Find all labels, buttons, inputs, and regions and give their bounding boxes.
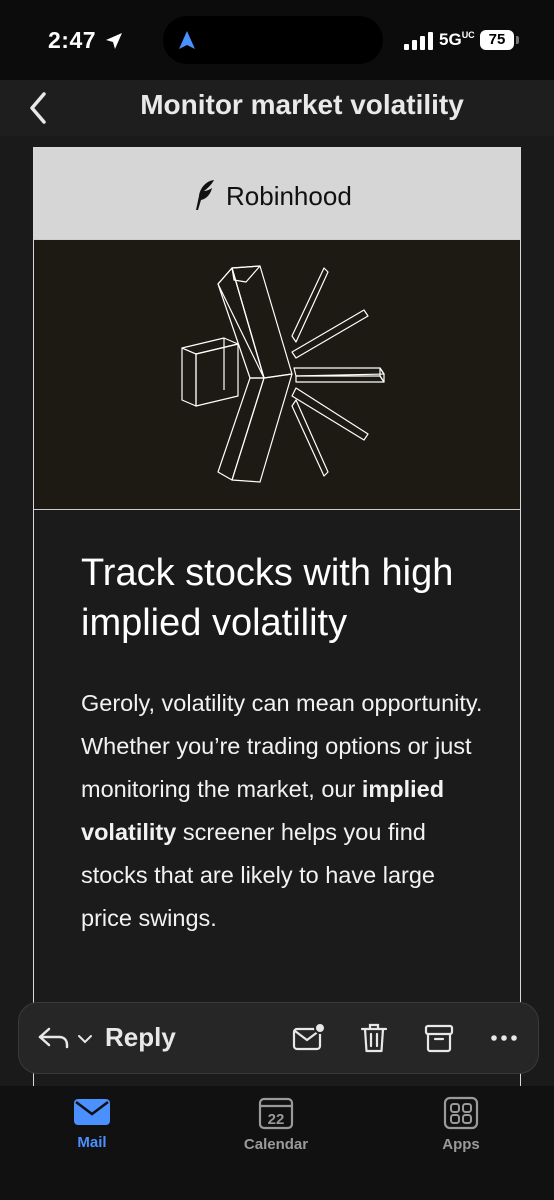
email-card: Robinhood Track stocks with high implied… — [33, 147, 521, 1086]
mail-icon — [74, 1099, 110, 1125]
network-sup: UC — [461, 30, 475, 40]
email-headline: Track stocks with high implied volatilit… — [81, 552, 454, 644]
tab-apps[interactable]: Apps — [401, 1096, 521, 1153]
tab-calendar[interactable]: 22 Calendar — [216, 1096, 336, 1153]
tab-apps-label: Apps — [442, 1136, 480, 1153]
reply-button[interactable]: Reply — [105, 1022, 176, 1053]
trash-icon[interactable] — [357, 1021, 391, 1055]
brand-name: Robinhood — [226, 181, 352, 211]
email-action-bar: Reply — [18, 1002, 539, 1074]
navigation-icon — [179, 31, 195, 49]
tab-mail[interactable]: Mail — [32, 1096, 152, 1151]
calendar-icon: 22 — [258, 1097, 294, 1130]
battery-indicator: 75 — [480, 30, 514, 50]
robinhood-feather-icon — [196, 180, 214, 210]
status-time: 2:47 — [48, 27, 97, 53]
tab-calendar-label: Calendar — [243, 1136, 309, 1153]
page-title: Monitor market volatility — [140, 89, 464, 120]
email-body: Geroly, volatility can mean opportunity.… — [81, 690, 483, 931]
more-icon[interactable] — [487, 1021, 521, 1055]
tab-bar: Mail 22 Calendar Apps — [0, 1086, 554, 1200]
calendar-date: 22 — [268, 1111, 285, 1128]
battery-tip — [516, 36, 519, 44]
reply-icon[interactable] — [37, 1025, 71, 1051]
chevron-down-icon[interactable] — [77, 1033, 93, 1045]
hero-illustration — [34, 239, 520, 510]
nav-header: Monitor market volatility — [0, 80, 554, 136]
brand-header: Robinhood — [34, 148, 520, 239]
email-content[interactable]: Robinhood Track stocks with high implied… — [0, 136, 554, 1086]
archive-icon[interactable] — [422, 1021, 456, 1055]
tab-mail-label: Mail — [77, 1134, 107, 1151]
status-bar: 2:47 5GUC 75 — [0, 0, 554, 80]
apps-icon — [443, 1096, 479, 1130]
mark-unread-icon[interactable] — [291, 1021, 325, 1055]
network-label: 5GUC — [439, 30, 475, 49]
volatility-graphic — [181, 265, 385, 483]
location-arrow-icon — [106, 33, 122, 49]
signal-icon — [404, 32, 433, 50]
